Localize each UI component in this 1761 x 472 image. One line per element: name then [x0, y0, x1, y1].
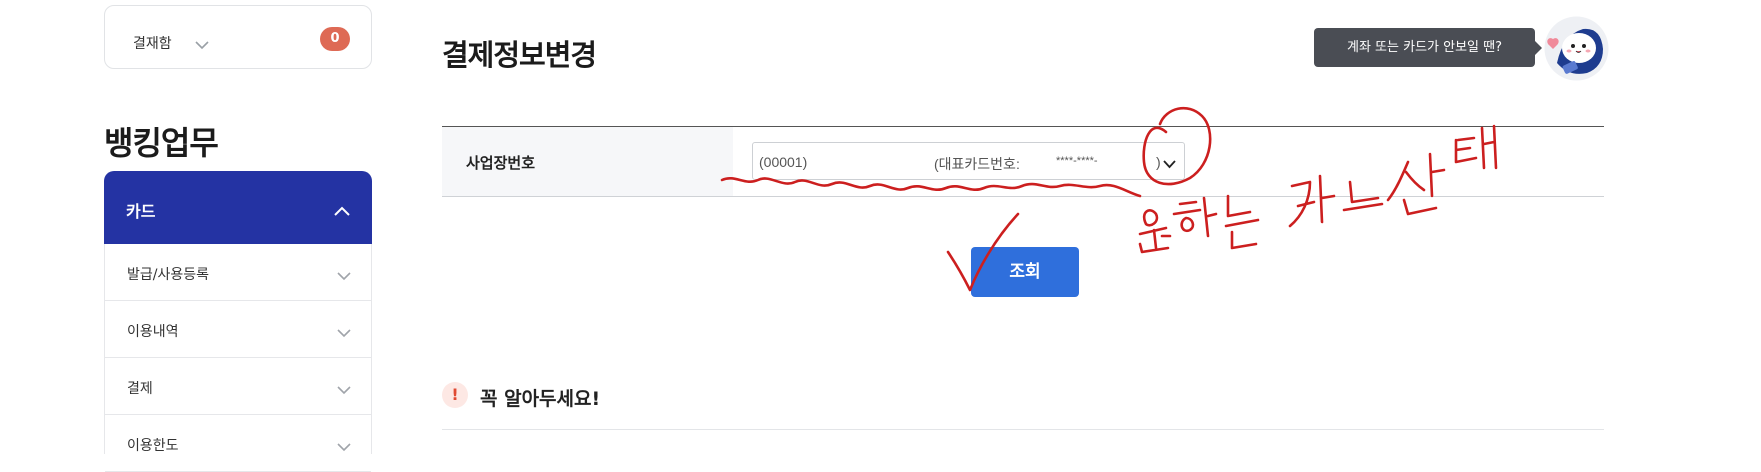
card-number-mask: ****-****-: [1056, 155, 1098, 167]
card-select-end: ): [1156, 154, 1161, 170]
chevron-down-icon[interactable]: [195, 35, 209, 54]
card-select-prefix: (00001): [759, 154, 808, 170]
sidebar-item-card[interactable]: 카드: [104, 171, 372, 244]
notice-title: 꼭 알아두세요!: [480, 388, 601, 410]
chevron-down-icon[interactable]: [1163, 156, 1176, 172]
help-tooltip[interactable]: 계좌 또는 카드가 안보일 땐?: [1314, 28, 1542, 67]
chevron-down-icon: [337, 380, 351, 399]
chevron-down-icon: [337, 323, 351, 342]
sidebar-item-label: 이용한도: [127, 438, 179, 454]
sidebar-item-history[interactable]: 이용내역: [105, 301, 371, 358]
search-button[interactable]: 조회: [971, 247, 1079, 297]
sidebar-submenu: 발급/사용등록 이용내역 결제 이용한도: [104, 244, 372, 472]
sidebar-item-label: 결제: [127, 381, 153, 397]
approval-count-badge: 0: [320, 27, 350, 51]
exclamation-icon: !: [442, 382, 468, 408]
form-label-cell: 사업장번호: [442, 127, 733, 196]
business-number-label: 사업장번호: [466, 154, 536, 172]
approval-box[interactable]: 결재함 0: [104, 5, 372, 69]
approval-label: 결재함: [133, 36, 172, 52]
sidebar-item-payment[interactable]: 결제: [105, 358, 371, 415]
sidebar-item-issue[interactable]: 발급/사용등록: [105, 244, 371, 301]
sidebar-item-label: 카드: [126, 202, 156, 221]
card-select-value: (대표카드번호:: [934, 156, 1020, 172]
banking-section-title: 뱅킹업무: [104, 124, 219, 162]
sidebar-item-label: 발급/사용등록: [127, 267, 209, 283]
page-title: 결제정보변경: [442, 38, 597, 72]
sidebar-item-limit[interactable]: 이용한도: [105, 415, 371, 472]
annotation-text: [1138, 209, 1172, 254]
chevron-down-icon: [337, 266, 351, 285]
divider: [442, 429, 1604, 430]
sidebar-item-label: 이용내역: [127, 324, 179, 340]
mascot-avatar-icon[interactable]: [1543, 15, 1610, 82]
card-select-dropdown[interactable]: (00001) (대표카드번호: ****-****- ): [752, 142, 1185, 180]
chevron-up-icon: [334, 201, 350, 220]
